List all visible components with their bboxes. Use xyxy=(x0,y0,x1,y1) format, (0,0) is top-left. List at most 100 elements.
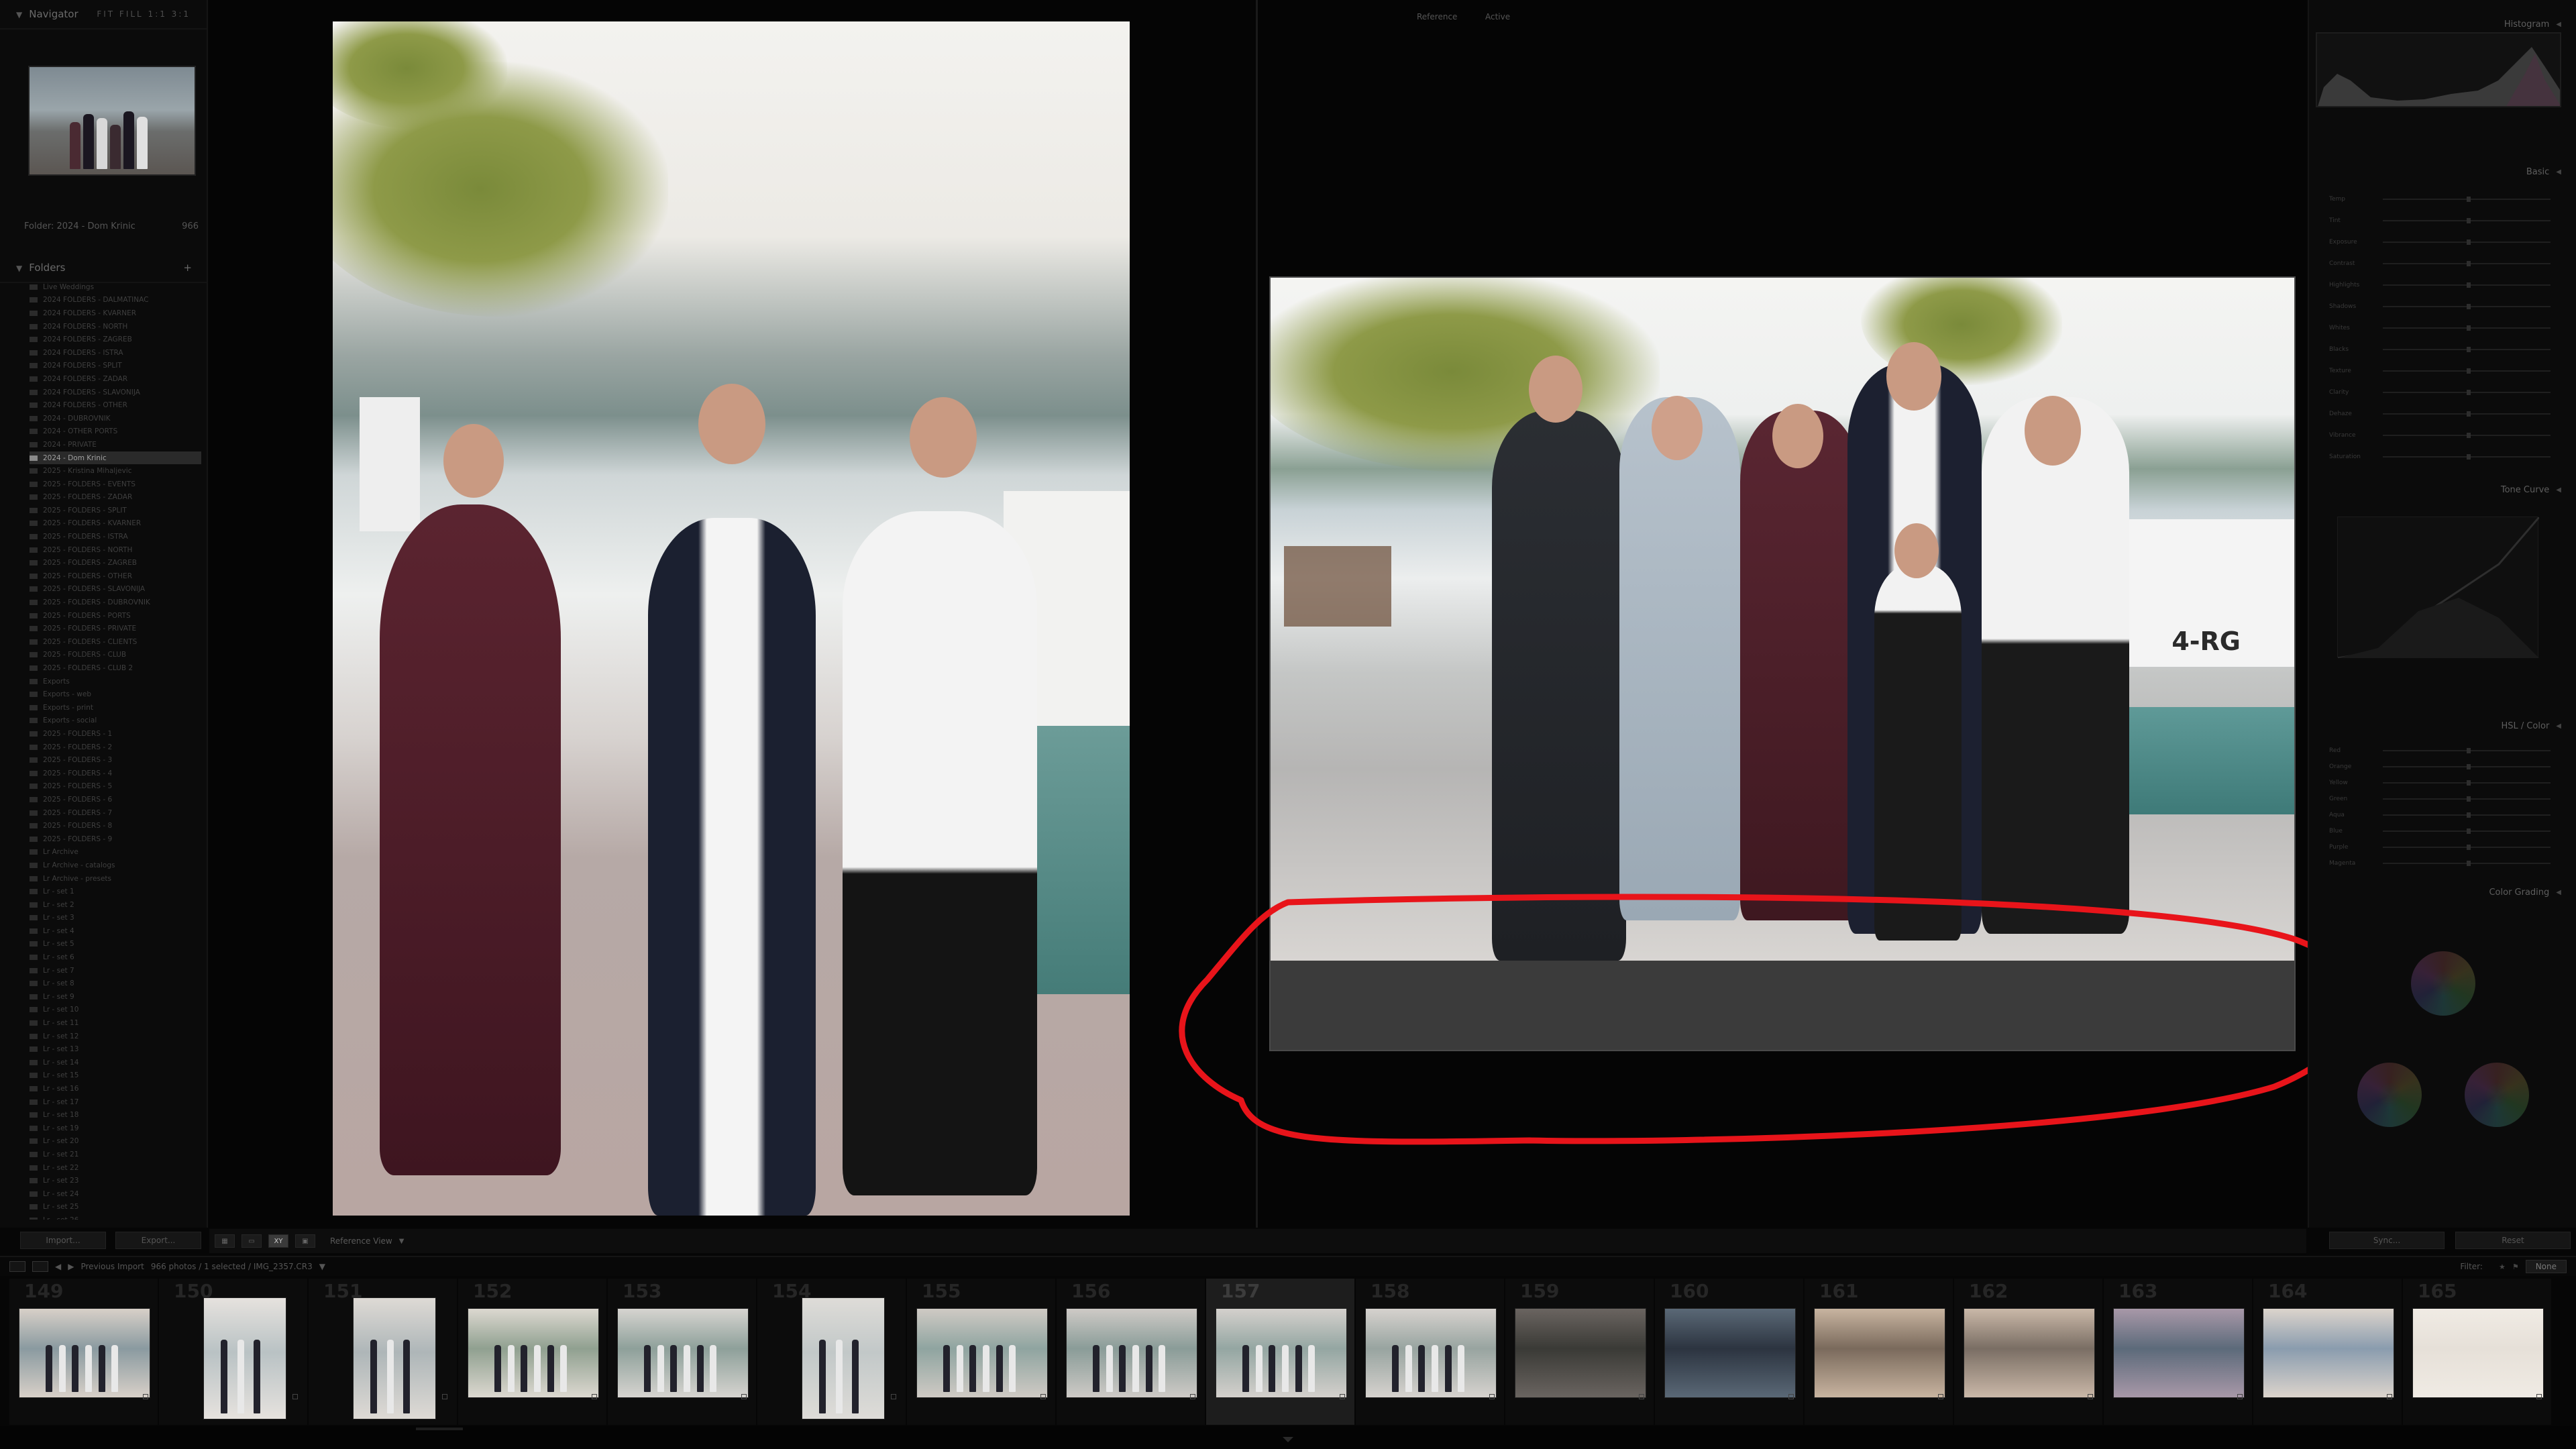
slider-track[interactable] xyxy=(2383,368,2551,374)
filmstrip-cell[interactable]: 149 xyxy=(9,1279,159,1425)
slider-track[interactable] xyxy=(2383,454,2551,460)
reset-button[interactable]: Reset xyxy=(2455,1232,2571,1249)
filmstrip-cell[interactable]: 163 xyxy=(2104,1279,2253,1425)
folder-item[interactable]: Lr - set 14 xyxy=(30,1056,201,1069)
folder-item[interactable]: 2025 - FOLDERS - CLUB xyxy=(30,649,201,662)
folder-item[interactable]: Lr - set 2 xyxy=(30,898,201,912)
filmstrip-cell[interactable]: 151 xyxy=(309,1279,458,1425)
slider-row[interactable]: Saturation xyxy=(2329,452,2551,462)
folder-item[interactable]: 2025 - FOLDERS - CLIENTS xyxy=(30,635,201,649)
filmstrip-thumbnail[interactable] xyxy=(2412,1308,2544,1398)
folder-item[interactable]: Lr - set 6 xyxy=(30,951,201,964)
folder-item[interactable]: 2024 FOLDERS - ISTRA xyxy=(30,346,201,360)
slider-track[interactable] xyxy=(2383,261,2551,266)
slider-knob[interactable] xyxy=(2467,282,2471,288)
folder-item[interactable]: 2025 - FOLDERS - 6 xyxy=(30,793,201,806)
filmstrip-thumbnail[interactable] xyxy=(1216,1308,1347,1398)
slider-row[interactable]: Aqua xyxy=(2329,810,2551,820)
folder-item[interactable]: Lr - set 21 xyxy=(30,1148,201,1161)
folder-item[interactable]: 2025 - FOLDERS - SPLIT xyxy=(30,504,201,517)
folder-item[interactable]: 2024 - OTHER PORTS xyxy=(30,425,201,439)
add-folder-icon[interactable]: + xyxy=(183,262,192,274)
folder-item[interactable]: 2025 - FOLDERS - DUBROVNIK xyxy=(30,596,201,609)
hide-filmstrip-triangle-icon[interactable] xyxy=(1283,1437,1293,1442)
folder-item[interactable]: Exports - social xyxy=(30,714,201,728)
folder-item[interactable]: Lr - set 5 xyxy=(30,938,201,951)
slider-knob[interactable] xyxy=(2467,780,2471,786)
loupe-view-button[interactable]: ▭ xyxy=(241,1234,262,1248)
forward-arrow-icon[interactable]: ▶ xyxy=(68,1262,74,1271)
folder-item[interactable]: Lr Archive xyxy=(30,846,201,859)
folder-item[interactable]: 2025 - FOLDERS - 5 xyxy=(30,780,201,794)
filmstrip-cell[interactable]: 155 xyxy=(907,1279,1057,1425)
collapse-triangle-icon[interactable]: ▼ xyxy=(16,264,22,273)
slider-track[interactable] xyxy=(2383,325,2551,331)
flag-filter-icon[interactable]: ⚑ xyxy=(2512,1263,2519,1271)
slider-knob[interactable] xyxy=(2467,218,2471,223)
dropdown-caret-icon[interactable]: ▼ xyxy=(319,1262,325,1271)
folder-item[interactable]: 2025 - FOLDERS - 2 xyxy=(30,741,201,754)
filter-dropdown[interactable]: None xyxy=(2525,1260,2567,1273)
filmstrip-thumbnail[interactable] xyxy=(1515,1308,1646,1398)
folder-item[interactable]: Lr - set 22 xyxy=(30,1161,201,1175)
histogram-header[interactable]: Histogram ◀ xyxy=(2309,15,2576,34)
filmstrip-thumbnail[interactable] xyxy=(1964,1308,2095,1398)
slider-track[interactable] xyxy=(2383,347,2551,352)
basic-header[interactable]: Basic ◀ xyxy=(2309,162,2576,181)
folder-item[interactable]: 2024 - DUBROVNIK xyxy=(30,412,201,425)
tone-curve-header[interactable]: Tone Curve ◀ xyxy=(2309,480,2576,499)
folder-item[interactable]: 2025 - FOLDERS - 7 xyxy=(30,806,201,820)
folder-item[interactable]: Lr - set 8 xyxy=(30,977,201,990)
filmstrip-cell[interactable]: 154 xyxy=(757,1279,907,1425)
slider-knob[interactable] xyxy=(2467,304,2471,309)
slider-row[interactable]: Blue xyxy=(2329,826,2551,836)
rating-filter-icon[interactable]: ★ xyxy=(2499,1263,2506,1271)
folder-item[interactable]: Lr - set 13 xyxy=(30,1042,201,1056)
filmstrip-cell[interactable]: 150 xyxy=(159,1279,309,1425)
filmstrip-scrollbar[interactable] xyxy=(416,1428,463,1430)
slider-track[interactable] xyxy=(2383,780,2551,786)
folder-item[interactable]: 2024 FOLDERS - DALMATINAC xyxy=(30,294,201,307)
folder-item[interactable]: 2025 - FOLDERS - 1 xyxy=(30,727,201,741)
folder-item[interactable]: Lr Archive - catalogs xyxy=(30,859,201,872)
folder-item[interactable]: 2025 - FOLDERS - CLUB 2 xyxy=(30,661,201,675)
reference-view-button[interactable]: XY xyxy=(268,1234,288,1248)
collapse-triangle-icon[interactable]: ◀ xyxy=(2556,722,2561,730)
folder-item[interactable]: 2025 - FOLDERS - SLAVONIJA xyxy=(30,583,201,596)
navigator-zoom-options[interactable]: FIT FILL 1:1 3:1 xyxy=(97,9,191,19)
slider-track[interactable] xyxy=(2383,861,2551,866)
slider-track[interactable] xyxy=(2383,845,2551,850)
filmstrip-cell[interactable]: 160 xyxy=(1655,1279,1805,1425)
collapse-triangle-icon[interactable]: ◀ xyxy=(2556,21,2561,28)
collapse-triangle-icon[interactable]: ▼ xyxy=(16,10,22,19)
filmstrip-thumbnail[interactable] xyxy=(2113,1308,2245,1398)
secondary-window-icon[interactable] xyxy=(9,1261,25,1272)
navigator-preview[interactable] xyxy=(28,66,196,176)
folder-item[interactable]: 2025 - FOLDERS - 4 xyxy=(30,767,201,780)
slider-knob[interactable] xyxy=(2467,390,2471,395)
slider-row[interactable]: Purple xyxy=(2329,843,2551,852)
slider-row[interactable]: Clarity xyxy=(2329,388,2551,397)
folder-item[interactable]: Lr Archive - presets xyxy=(30,872,201,885)
folder-item[interactable]: 2024 FOLDERS - ZADAR xyxy=(30,372,201,386)
folder-item[interactable]: 2025 - Kristina Mihaljevic xyxy=(30,464,201,478)
filmstrip-thumbnail[interactable] xyxy=(617,1308,749,1398)
color-grading-header[interactable]: Color Grading ◀ xyxy=(2309,883,2576,902)
collapse-triangle-icon[interactable]: ◀ xyxy=(2556,168,2561,176)
slider-track[interactable] xyxy=(2383,764,2551,769)
folder-item[interactable]: Lr - set 20 xyxy=(30,1135,201,1148)
filmstrip-thumbnail[interactable] xyxy=(2263,1308,2394,1398)
slider-knob[interactable] xyxy=(2467,828,2471,834)
folder-item[interactable]: Lr - set 17 xyxy=(30,1095,201,1109)
folder-item[interactable]: Lr - set 24 xyxy=(30,1187,201,1201)
filmstrip-cell[interactable]: 158 xyxy=(1356,1279,1505,1425)
folder-item[interactable]: 2024 - PRIVATE xyxy=(30,438,201,451)
slider-track[interactable] xyxy=(2383,304,2551,309)
slider-row[interactable]: Tint xyxy=(2329,216,2551,225)
filmstrip-source[interactable]: Previous Import xyxy=(80,1262,144,1271)
filmstrip-thumbnail[interactable] xyxy=(1664,1308,1796,1398)
slider-knob[interactable] xyxy=(2467,197,2471,202)
folder-item[interactable]: 2025 - FOLDERS - ZADAR xyxy=(30,491,201,504)
slider-row[interactable]: Vibrance xyxy=(2329,431,2551,440)
active-photo[interactable]: 4-RG xyxy=(1269,276,2296,1051)
